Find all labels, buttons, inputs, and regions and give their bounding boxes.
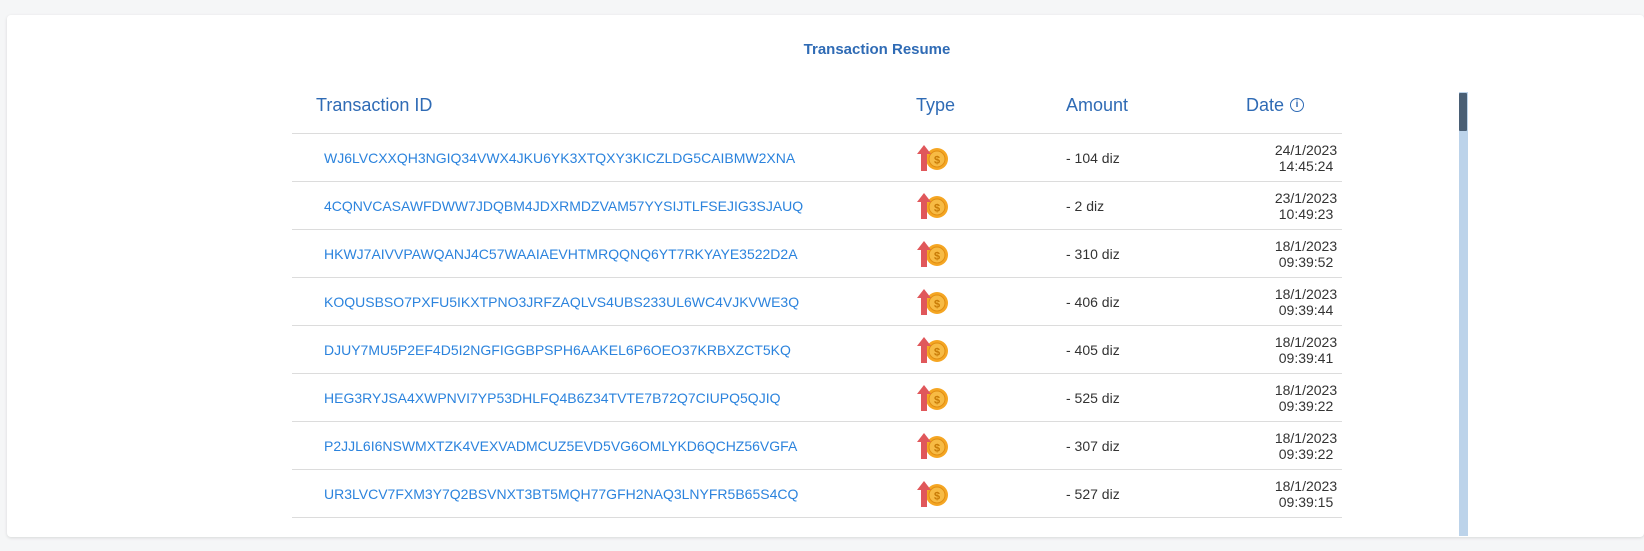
amount-cell: - 527 diz [1066, 469, 1246, 518]
svg-text:$: $ [934, 154, 940, 166]
date-value: 24/1/2023 [1274, 141, 1338, 158]
date-cell: 18/1/2023 09:39:44 [1246, 277, 1342, 326]
column-header-date-label: Date [1246, 94, 1285, 115]
table-row[interactable]: 4CQNVCASAWFDWW7JDQBM4JDXRMDZVAM57YYSIJTL… [292, 181, 1342, 230]
amount-cell: - 307 diz [1066, 421, 1246, 470]
time-value: 14:45:24 [1278, 157, 1334, 174]
date-cell: 18/1/2023 09:39:22 [1246, 373, 1342, 422]
outgoing-coin-icon: $ [917, 432, 948, 459]
transaction-id-link[interactable]: WJ6LVCXXQH3NGIQ34VWX4JKU6YK3XTQXY3KICZLD… [292, 133, 916, 182]
table-row[interactable]: HKWJ7AIVVPAWQANJ4C57WAAIAEVHTMRQQNQ6YT7R… [292, 229, 1342, 278]
table-row[interactable]: KOQUSBSO7PXFU5IKXTPNO3JRFZAQLVS4UBS233UL… [292, 277, 1342, 326]
date-value: 23/1/2023 [1274, 189, 1338, 206]
outgoing-coin-icon: $ [917, 240, 948, 267]
table-header-row: Transaction ID Type Amount Date i [292, 77, 1342, 134]
table-row[interactable]: DJUY7MU5P2EF4D5I2NGFIGGBPSPH6AAKEL6P6OEO… [292, 325, 1342, 374]
time-value: 10:49:23 [1278, 205, 1334, 222]
column-header-amount[interactable]: Amount [1066, 77, 1246, 134]
svg-text:$: $ [934, 202, 940, 214]
table-row[interactable]: WJ6LVCXXQH3NGIQ34VWX4JKU6YK3XTQXY3KICZLD… [292, 133, 1342, 182]
type-cell: $ [916, 133, 1066, 182]
date-cell: 23/1/2023 10:49:23 [1246, 181, 1342, 230]
date-cell: 24/1/2023 14:45:24 [1246, 133, 1342, 182]
amount-cell: - 406 diz [1066, 277, 1246, 326]
transaction-id-link[interactable]: UR3LVCV7FXM3Y7Q2BSVNXT3BT5MQH77GFH2NAQ3L… [292, 469, 916, 518]
date-value: 18/1/2023 [1274, 477, 1338, 494]
date-value: 18/1/2023 [1274, 237, 1338, 254]
amount-cell: - 310 diz [1066, 229, 1246, 278]
info-icon[interactable]: i [1290, 98, 1305, 112]
time-value: 09:39:41 [1278, 349, 1334, 366]
column-header-type[interactable]: Type [916, 77, 1066, 134]
svg-text:$: $ [934, 394, 940, 406]
transaction-id-link[interactable]: HKWJ7AIVVPAWQANJ4C57WAAIAEVHTMRQQNQ6YT7R… [292, 229, 916, 278]
column-header-transaction-id[interactable]: Transaction ID [292, 77, 916, 134]
transactions-table-container[interactable]: Transaction ID Type Amount Date i WJ6LVC… [292, 77, 1342, 527]
amount-cell: - 2 diz [1066, 181, 1246, 230]
outgoing-coin-icon: $ [917, 480, 948, 507]
time-value: 09:39:15 [1278, 493, 1334, 510]
svg-text:$: $ [934, 298, 940, 310]
date-cell: 18/1/2023 09:39:15 [1246, 469, 1342, 518]
table-row[interactable]: P2JJL6I6NSWMXTZK4VEXVADMCUZ5EVD5VG6OMLYK… [292, 421, 1342, 470]
outgoing-coin-icon: $ [917, 384, 948, 411]
svg-text:$: $ [934, 490, 940, 502]
date-cell: 18/1/2023 09:39:22 [1246, 421, 1342, 470]
date-cell: 18/1/2023 09:39:52 [1246, 229, 1342, 278]
transaction-id-link[interactable]: HEG3RYJSA4XWPNVI7YP53DHLFQ4B6Z34TVTE7B72… [292, 373, 916, 422]
type-cell: $ [916, 421, 1066, 470]
type-cell: $ [916, 325, 1066, 374]
type-cell: $ [916, 181, 1066, 230]
outgoing-coin-icon: $ [917, 144, 948, 171]
amount-cell: - 104 diz [1066, 133, 1246, 182]
svg-text:$: $ [934, 346, 940, 358]
amount-cell: - 405 diz [1066, 325, 1246, 374]
type-cell: $ [916, 373, 1066, 422]
table-row[interactable]: UR3LVCV7FXM3Y7Q2BSVNXT3BT5MQH77GFH2NAQ3L… [292, 469, 1342, 518]
date-cell: 18/1/2023 09:39:41 [1246, 325, 1342, 374]
svg-text:$: $ [934, 250, 940, 262]
transaction-resume-card: Transaction Resume Transaction ID Type A… [7, 15, 1644, 537]
type-cell: $ [916, 229, 1066, 278]
table-body: WJ6LVCXXQH3NGIQ34VWX4JKU6YK3XTQXY3KICZLD… [292, 133, 1342, 518]
time-value: 09:39:44 [1278, 301, 1334, 318]
outgoing-coin-icon: $ [917, 192, 948, 219]
transaction-id-link[interactable]: DJUY7MU5P2EF4D5I2NGFIGGBPSPH6AAKEL6P6OEO… [292, 325, 916, 374]
time-value: 09:39:52 [1278, 253, 1334, 270]
page-title: Transaction Resume [803, 41, 951, 58]
outgoing-coin-icon: $ [917, 288, 948, 315]
type-cell: $ [916, 469, 1066, 518]
time-value: 09:39:22 [1278, 445, 1334, 462]
column-header-date[interactable]: Date i [1246, 77, 1342, 134]
time-value: 09:39:22 [1278, 397, 1334, 414]
date-value: 18/1/2023 [1274, 333, 1338, 350]
type-cell: $ [916, 277, 1066, 326]
scrollbar-thumb[interactable] [1459, 93, 1467, 131]
transaction-id-link[interactable]: KOQUSBSO7PXFU5IKXTPNO3JRFZAQLVS4UBS233UL… [292, 277, 916, 326]
scrollbar-track[interactable] [1459, 92, 1468, 536]
svg-text:$: $ [934, 442, 940, 454]
amount-cell: - 525 diz [1066, 373, 1246, 422]
date-value: 18/1/2023 [1274, 429, 1338, 446]
table-row[interactable]: HEG3RYJSA4XWPNVI7YP53DHLFQ4B6Z34TVTE7B72… [292, 373, 1342, 422]
transaction-id-link[interactable]: P2JJL6I6NSWMXTZK4VEXVADMCUZ5EVD5VG6OMLYK… [292, 421, 916, 470]
date-value: 18/1/2023 [1274, 285, 1338, 302]
transactions-table: Transaction ID Type Amount Date i WJ6LVC… [292, 77, 1342, 518]
date-value: 18/1/2023 [1274, 381, 1338, 398]
outgoing-coin-icon: $ [917, 336, 948, 363]
transaction-id-link[interactable]: 4CQNVCASAWFDWW7JDQBM4JDXRMDZVAM57YYSIJTL… [292, 181, 916, 230]
